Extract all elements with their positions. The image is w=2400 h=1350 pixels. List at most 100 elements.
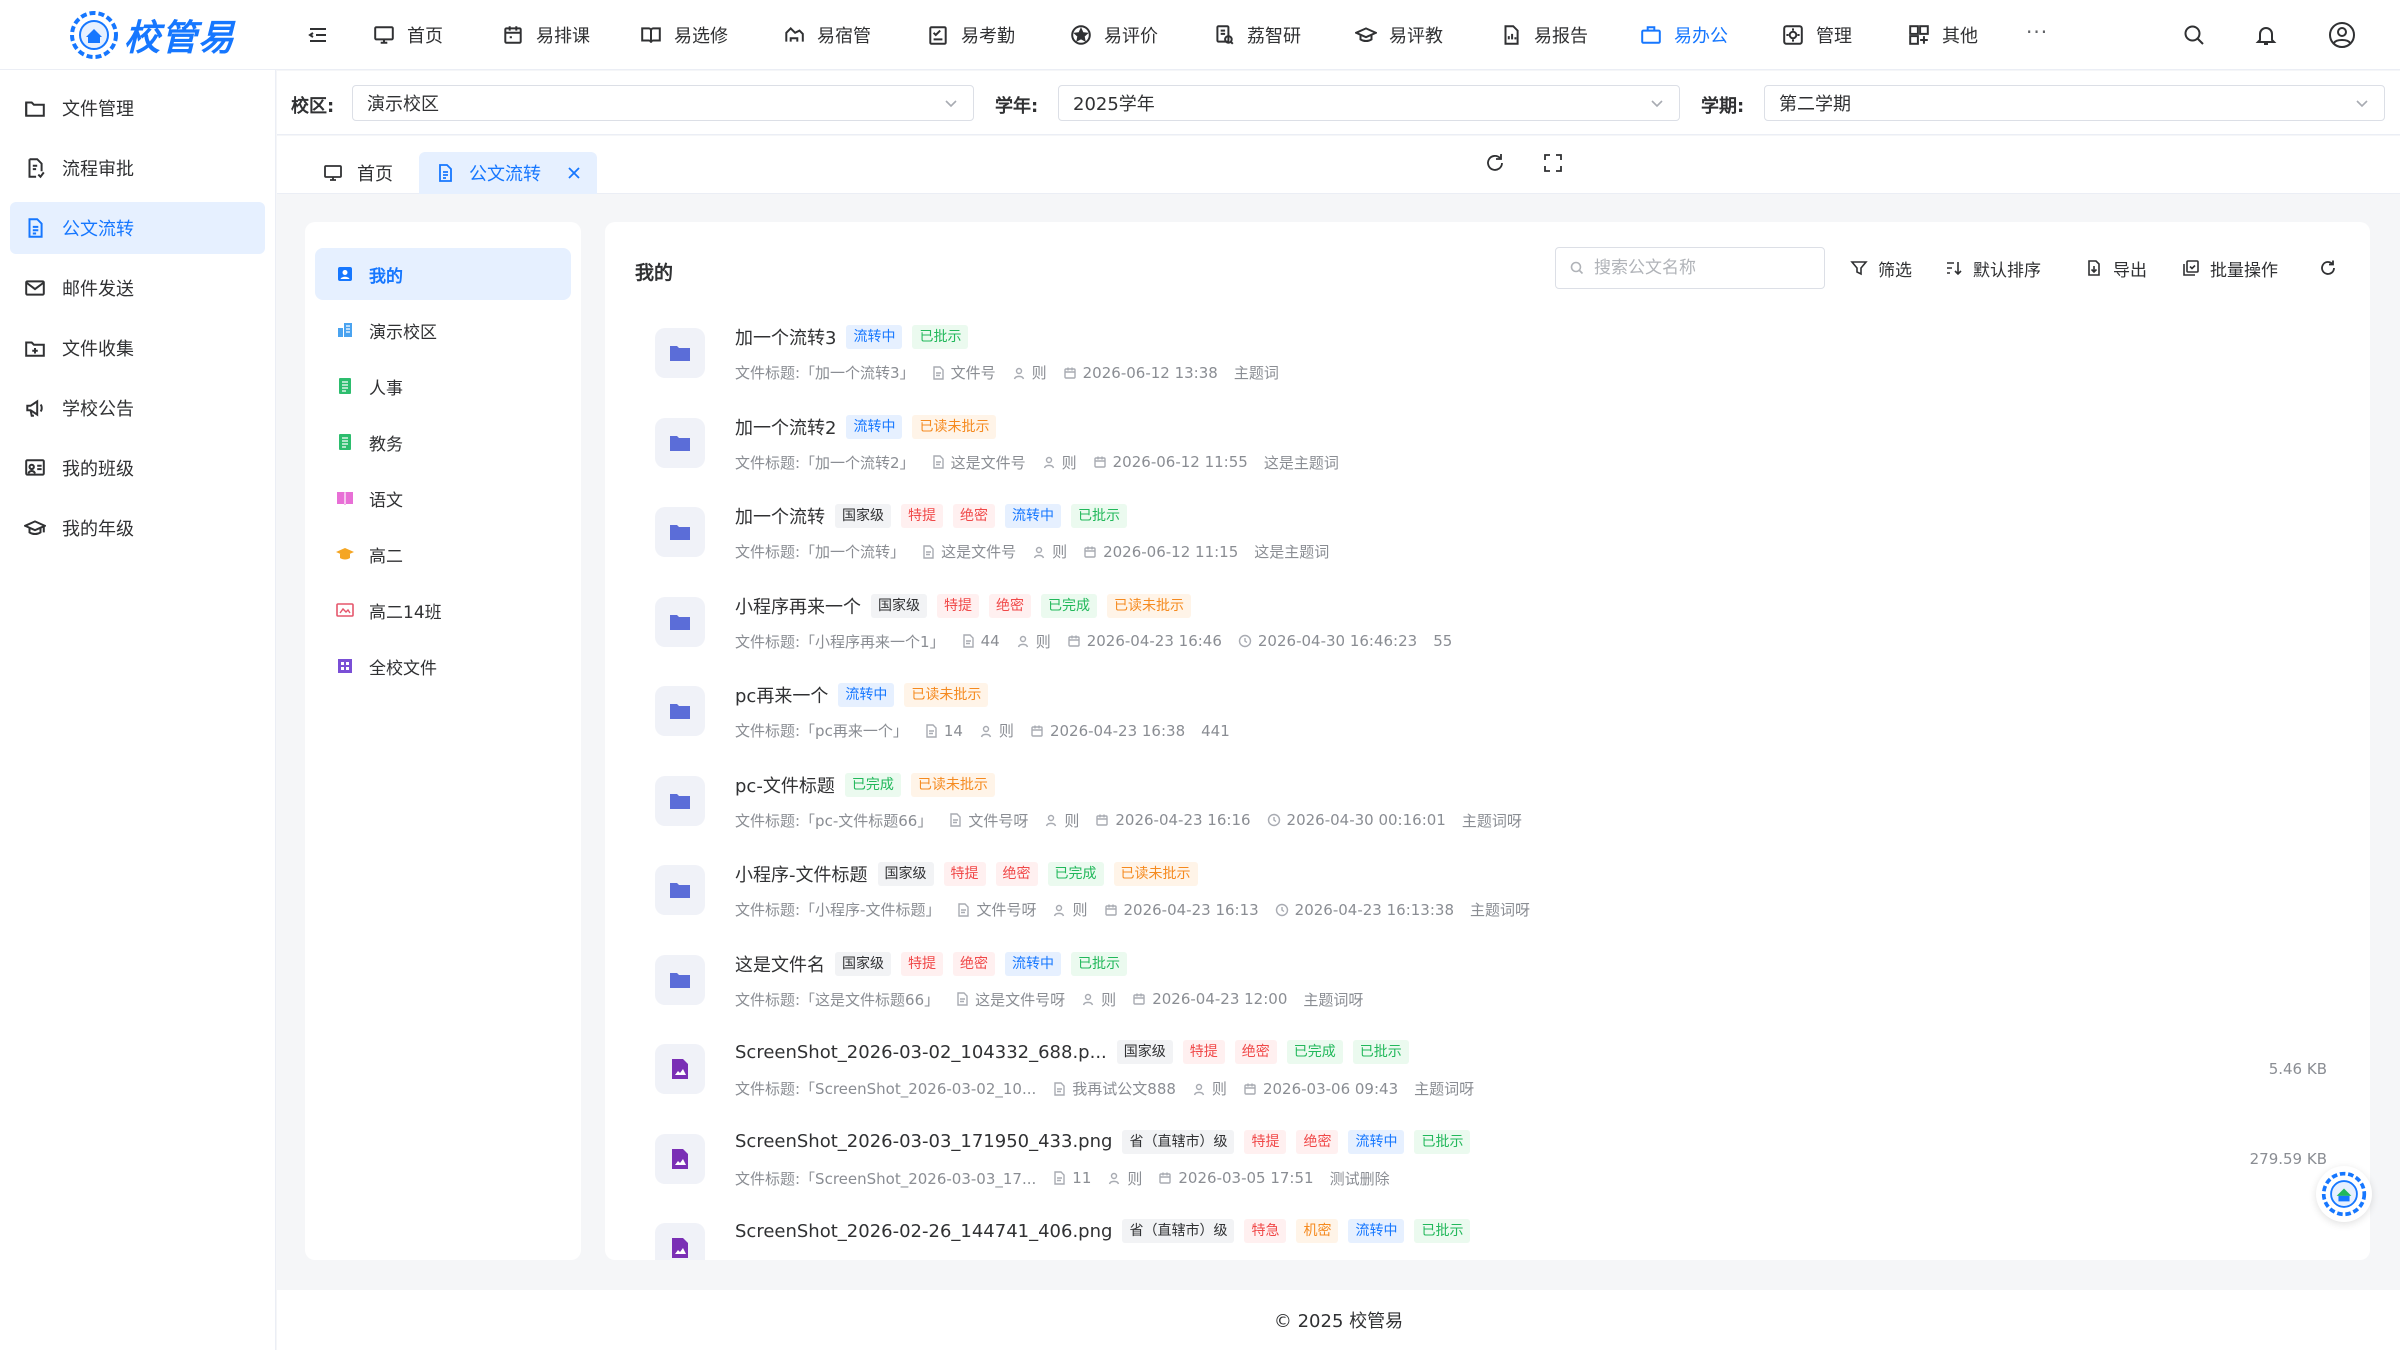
status-badge: 已完成 [1286, 1040, 1343, 1064]
document-row[interactable]: 加一个流转3 流转中 已批示 文件标题:「加一个流转3」 文件号 则 2026-06-12 … [635, 312, 2345, 400]
research-icon [1213, 24, 1235, 46]
tab-document-flow[interactable]: 公文流转 [419, 152, 597, 194]
year-select-value: 2025学年 [1073, 94, 1155, 115]
sidebar-item-megaphone[interactable]: 学校公告 [10, 382, 265, 434]
document-row[interactable]: ScreenShot_2026-02-26_144741_406.png 省（直辖… [635, 1207, 2345, 1260]
search-icon [1570, 261, 1584, 275]
meta-value: 2026-04-23 12:00 [1152, 990, 1288, 1008]
folder-add-icon [24, 337, 46, 359]
nav-item-report[interactable]: 易报告 [1500, 0, 1588, 70]
status-badge: 流转中 [1005, 504, 1061, 528]
sidebar-item-folder[interactable]: 文件管理 [10, 82, 265, 134]
meta-item: 文件标题:「ScreenShot_2026-03-02_10... [735, 1078, 1036, 1099]
close-icon[interactable] [567, 166, 581, 180]
sidebar-item-mail[interactable]: 邮件发送 [10, 262, 265, 314]
nav-item-mortarboard[interactable]: 易评教 [1355, 0, 1443, 70]
bell-icon[interactable] [2252, 21, 2280, 49]
search-box[interactable] [1555, 247, 1825, 289]
category-item[interactable]: 人事 [315, 360, 571, 412]
sidebar-item-approval[interactable]: 流程审批 [10, 142, 265, 194]
category-item[interactable]: 教务 [315, 416, 571, 468]
nav-item-bed[interactable]: 易宿管 [783, 0, 871, 70]
document-row[interactable]: 加一个流转 国家级 特提 绝密 流转中 已批示 文件标题:「加一个流转」 这是文件号 则 2026… [635, 491, 2345, 579]
document-title: ScreenShot_2026-02-26_144741_406.png 省（直辖… [735, 1219, 1471, 1243]
sidebar-item-class[interactable]: 我的班级 [10, 442, 265, 494]
meta-value: 则 [1052, 543, 1068, 561]
nav-item-star[interactable]: 易评价 [1070, 0, 1158, 70]
file-number-icon [955, 992, 969, 1006]
calendar-icon [1083, 545, 1097, 559]
monitor-icon [323, 163, 343, 183]
document-row[interactable]: ScreenShot_2026-03-03_171950_433.png 省（直辖… [635, 1118, 2345, 1206]
category-icon [335, 656, 355, 676]
export-button[interactable]: 导出 [2085, 247, 2147, 289]
category-item[interactable]: 高二 [315, 528, 571, 580]
meta-item: 文件标题:「pc-文件标题66」 [735, 810, 932, 831]
document-row[interactable]: ScreenShot_2026-03-02_104332_688.p... 国家级… [635, 1028, 2345, 1116]
user-avatar-icon[interactable] [2328, 21, 2356, 49]
sidebar-item-document[interactable]: 公文流转 [10, 202, 265, 254]
nav-item-book[interactable]: 易选修 [640, 0, 728, 70]
status-badge: 流转中 [846, 414, 903, 439]
nav-item-label: 管理 [1816, 26, 1852, 47]
nav-item-monitor[interactable]: 首页 [373, 0, 443, 70]
category-icon [335, 432, 355, 452]
category-item[interactable]: 高二14班 [315, 584, 571, 636]
menu-collapse-icon[interactable] [306, 23, 330, 47]
category-item[interactable]: 语文 [315, 472, 571, 524]
search-icon[interactable] [2180, 21, 2208, 49]
refresh-icon[interactable] [1484, 152, 1506, 174]
category-item[interactable]: 全校文件 [315, 640, 571, 692]
chevron-down-icon [943, 95, 959, 111]
document-row[interactable]: 这是文件名 国家级 特提 绝密 流转中 已批示 文件标题:「这是文件标题66」 这是文件号呀 则… [635, 939, 2345, 1027]
batch-operation-button[interactable]: 批量操作 [2182, 247, 2278, 289]
nav-more-button[interactable]: ··· [2026, 20, 2048, 44]
nav-item-checklist[interactable]: 易考勤 [927, 0, 1015, 70]
nav-item-research[interactable]: 荔智研 [1213, 0, 1301, 70]
meta-item: 则 [979, 720, 1014, 741]
sidebar-item-folder-add[interactable]: 文件收集 [10, 322, 265, 374]
meta-item: 文件标题:「加一个流转」 [735, 541, 905, 562]
search-input[interactable] [1594, 258, 1804, 278]
meta-value: 2026-04-30 16:46:23 [1257, 632, 1418, 650]
refresh-icon[interactable] [2319, 247, 2337, 289]
campus-select[interactable]: 演示校区 [352, 85, 974, 121]
meta-item: 文件号呀 [948, 810, 1028, 831]
document-row[interactable]: 小程序-文件标题 国家级 特提 绝密 已完成 已读未批示 文件标题:「小程序-文件标题」 文件… [635, 849, 2345, 937]
document-row[interactable]: 加一个流转2 流转中 已读未批示 文件标题:「加一个流转2」 这是文件号 则 2026-06… [635, 402, 2345, 490]
nav-item-briefcase[interactable]: 易办公 [1640, 0, 1728, 70]
status-badge: 已读未批示 [912, 414, 997, 439]
category-item[interactable]: 演示校区 [315, 304, 571, 356]
tab-home[interactable]: 首页 [307, 152, 409, 194]
nav-item-grid[interactable]: 其他 [1908, 0, 1978, 70]
meta-value: 文件标题:「加一个流转」 [735, 543, 906, 561]
floating-assistant-icon[interactable] [2316, 1166, 2372, 1222]
nav-item-calendar[interactable]: 易排课 [502, 0, 590, 70]
user-icon [1012, 366, 1026, 380]
nav-item-label: 易评价 [1104, 26, 1158, 47]
clock-icon [1238, 634, 1252, 648]
status-badge: 国家级 [835, 504, 891, 528]
app-logo[interactable]: 校管易 [68, 6, 240, 64]
sort-button[interactable]: 默认排序 [1945, 247, 2041, 289]
meta-value: 这是文件号呀 [975, 990, 1066, 1009]
nav-item-settings-box[interactable]: 管理 [1782, 0, 1852, 70]
category-item[interactable]: 我的 [315, 248, 571, 300]
status-badge: 已读未批示 [904, 683, 989, 707]
document-row[interactable]: pc-文件标题 已完成 已读未批示 文件标题:「pc-文件标题66」 文件号呀 则 2026… [635, 760, 2345, 848]
meta-value: 文件号 [950, 364, 996, 382]
filter-button[interactable]: 筛选 [1850, 247, 1912, 289]
year-select[interactable]: 2025学年 [1058, 85, 1680, 121]
sidebar-item-label: 我的年级 [62, 519, 134, 540]
document-name: 小程序-文件标题 [735, 865, 868, 886]
calendar-icon [502, 24, 524, 46]
status-badge: 省（直辖市）级 [1122, 1129, 1235, 1154]
meta-item: 2026-06-12 11:55 [1093, 453, 1248, 471]
document-row[interactable]: pc再来一个 流转中 已读未批示 文件标题:「pc再来一个」 14 则 2026-04-23… [635, 670, 2345, 758]
term-select[interactable]: 第二学期 [1764, 85, 2385, 121]
meta-value: 这是主题词 [1263, 453, 1339, 472]
fullscreen-icon[interactable] [1542, 152, 1564, 174]
status-badge: 特提 [1244, 1129, 1287, 1154]
sidebar-item-grade[interactable]: 我的年级 [10, 502, 265, 554]
document-row[interactable]: 小程序再来一个 国家级 特提 绝密 已完成 已读未批示 文件标题:「小程序再来一个1」 44 则… [635, 581, 2345, 669]
